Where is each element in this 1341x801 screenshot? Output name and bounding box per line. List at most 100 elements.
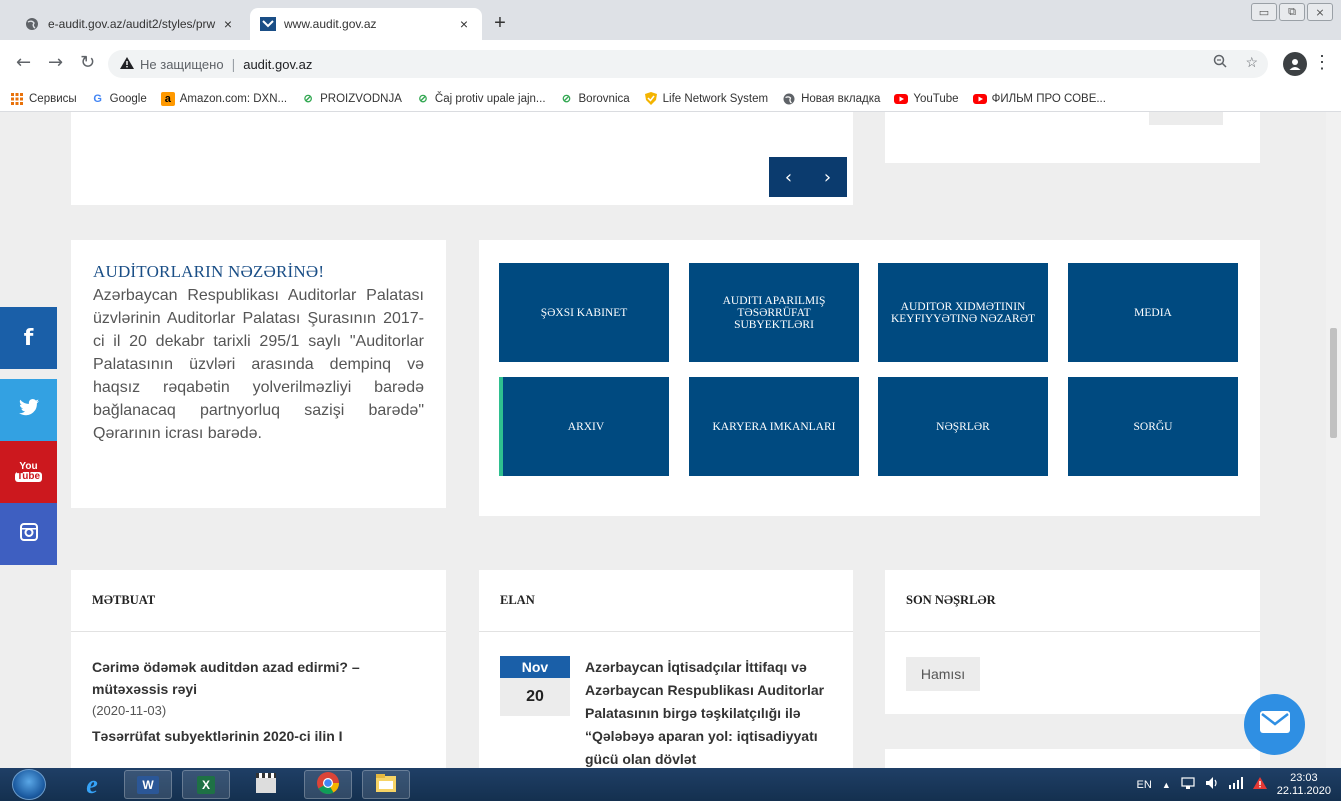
new-tab-button[interactable]: + [488, 12, 512, 35]
scrollbar-thumb[interactable] [1330, 328, 1337, 438]
press-item[interactable]: Cərimə ödəmək auditdən azad edirmi? – mü… [71, 632, 446, 722]
tray-expand-icon[interactable]: ▲ [1162, 780, 1171, 790]
tile-quality-control[interactable]: AUDITOR XIDMƏTININ KEYFIYYƏTINƏ NƏZARƏT [878, 263, 1048, 362]
volume-icon[interactable] [1205, 776, 1219, 793]
instagram-link[interactable] [0, 503, 57, 565]
taskbar-media-player[interactable] [242, 770, 290, 799]
bookmark-google[interactable]: G Google [91, 92, 146, 106]
taskbar-word[interactable]: W [124, 770, 172, 799]
globe-icon [24, 16, 40, 32]
bookmark-caj[interactable]: ⊘ Čaj protiv upale jajn... [416, 92, 545, 106]
globe-icon [782, 92, 796, 106]
amazon-icon: a [160, 91, 175, 106]
start-button[interactable] [12, 769, 46, 800]
network-icon[interactable] [1181, 776, 1195, 793]
tile-careers[interactable]: KARYERA IMKANLARI [689, 377, 859, 476]
taskbar-chrome[interactable] [304, 770, 352, 799]
tab-e-audit[interactable]: e-audit.gov.az/audit2/styles/prw × [14, 8, 246, 40]
press-item[interactable]: Təsərrüfat subyektlərinin 2020-ci ilin I [71, 725, 446, 747]
twitter-link[interactable] [0, 379, 57, 441]
recent-publications-section: SON NƏŞRLƏR Hamısı [885, 570, 1260, 714]
notice-body[interactable]: Azərbaycan Respublikası Auditorlar Palat… [93, 284, 424, 445]
tab-audit-gov[interactable]: www.audit.gov.az × [250, 8, 482, 40]
slider-controls: ‹ › [769, 157, 847, 197]
tile-archive[interactable]: ARXIV [499, 377, 669, 476]
top-right-button[interactable] [1149, 112, 1223, 125]
slider-next-button[interactable]: › [808, 157, 847, 197]
leaf-icon: ⊘ [561, 93, 572, 105]
minimize-button[interactable]: ▭ [1251, 3, 1277, 21]
view-all-button[interactable]: Hamısı [906, 657, 980, 691]
slider-prev-button[interactable]: ‹ [769, 157, 808, 197]
reload-button[interactable]: ↻ [80, 52, 95, 73]
tile-publications[interactable]: NƏŞRLƏR [878, 377, 1048, 476]
youtube-icon [972, 92, 987, 106]
address-bar[interactable]: Не защищено | audit.gov.az ☆ [108, 50, 1268, 78]
bookmark-star-icon[interactable]: ☆ [1245, 54, 1258, 71]
bookmark-life-network[interactable]: Life Network System [644, 92, 768, 106]
bookmark-proizvodnja[interactable]: ⊘ PROIZVODNJA [301, 92, 402, 106]
restore-button[interactable]: ⧉ [1279, 3, 1305, 21]
site-favicon-icon [260, 16, 276, 32]
bookmark-label: Новая вкладка [801, 92, 881, 105]
bookmark-youtube[interactable]: YouTube [894, 92, 959, 106]
bookmarks-bar: Сервисы G Google a Amazon.com: DXN... ⊘ … [0, 86, 1341, 112]
page-scrollbar[interactable] [1326, 112, 1341, 768]
leaf-icon: ⊘ [303, 93, 313, 105]
zoom-icon[interactable] [1213, 54, 1227, 71]
facebook-link[interactable]: f [0, 307, 57, 369]
bookmark-label: Borovnica [578, 92, 630, 105]
not-secure-label: Не защищено [140, 56, 224, 72]
taskbar-internet-explorer[interactable]: e [68, 770, 116, 799]
browser-tab-bar: e-audit.gov.az/audit2/styles/prw × www.a… [0, 0, 1341, 40]
close-icon[interactable]: × [456, 16, 472, 32]
clock-date: 22.11.2020 [1276, 784, 1331, 797]
instagram-icon [19, 522, 38, 546]
forward-button[interactable]: → [48, 52, 63, 73]
browser-menu-icon[interactable]: ⋮ [1313, 52, 1331, 73]
web-page: ‹ › AUDİTORLARIN NƏZƏRİNƏ! Azərbaycan Re… [0, 112, 1341, 768]
close-icon[interactable]: × [220, 16, 236, 32]
url-text[interactable]: audit.gov.az [243, 57, 312, 72]
press-section: MƏTBUAT Cərimə ödəmək auditdən azad edir… [71, 570, 446, 768]
bookmark-services[interactable]: Сервисы [10, 92, 77, 106]
bookmark-new-tab[interactable]: Новая вкладка [782, 92, 880, 106]
tile-personal-cabinet[interactable]: ŞƏXSI KABINET [499, 263, 669, 362]
alert-icon[interactable] [1252, 777, 1267, 792]
press-item-date: (2020-11-03) [92, 703, 167, 718]
envelope-icon [1259, 711, 1290, 738]
taskbar-file-explorer[interactable] [362, 770, 410, 799]
tile-audited-entities[interactable]: AUDITI APARILMIŞ TƏSƏRRÜFAT SUBYEKTLƏRI [689, 263, 859, 362]
taskbar-excel[interactable]: X [182, 770, 230, 799]
taskbar-clock[interactable]: 23:03 22.11.2020 [1277, 772, 1331, 798]
back-button[interactable]: ← [16, 52, 31, 73]
address-separator: | [231, 56, 236, 72]
facebook-icon: f [23, 325, 34, 351]
notice-title[interactable]: AUDİTORLARIN NƏZƏRİNƏ! [93, 262, 424, 282]
bookmark-borovnica[interactable]: ⊘ Borovnica [560, 92, 630, 106]
bookmark-film[interactable]: ФИЛЬМ ПРО СОВЕ... [972, 92, 1106, 106]
signal-icon[interactable] [1228, 777, 1243, 792]
language-indicator[interactable]: EN [1137, 779, 1152, 791]
youtube-icon [894, 92, 909, 106]
close-window-button[interactable]: ⨯ [1307, 3, 1333, 21]
announcement-day: 20 [500, 678, 570, 716]
tile-media[interactable]: MEDIA [1068, 263, 1238, 362]
window-controls: ▭ ⧉ ⨯ [1251, 3, 1333, 21]
announcement-date-badge: Nov 20 [500, 656, 570, 716]
bookmark-label: Amazon.com: DXN... [179, 92, 288, 105]
bookmark-amazon[interactable]: a Amazon.com: DXN... [160, 91, 288, 106]
announcement-title[interactable]: Azərbaycan İqtisadçılar İttifaqı və Azər… [585, 656, 833, 768]
youtube-icon-bottom: Tube [14, 471, 43, 482]
youtube-link[interactable]: You Tube [0, 441, 57, 503]
word-icon: W [137, 775, 159, 794]
google-icon: G [93, 92, 102, 105]
press-item-title[interactable]: Təsərrüfat subyektlərinin 2020-ci ilin I [92, 725, 425, 747]
tile-survey[interactable]: SORĞU [1068, 377, 1238, 476]
profile-avatar-icon[interactable] [1283, 52, 1307, 76]
press-item-title[interactable]: Cərimə ödəmək auditdən azad edirmi? – mü… [92, 656, 425, 700]
announcement-month: Nov [500, 656, 570, 678]
chat-button[interactable] [1244, 694, 1305, 755]
press-heading: MƏTBUAT [71, 570, 446, 632]
chrome-icon [316, 771, 340, 798]
